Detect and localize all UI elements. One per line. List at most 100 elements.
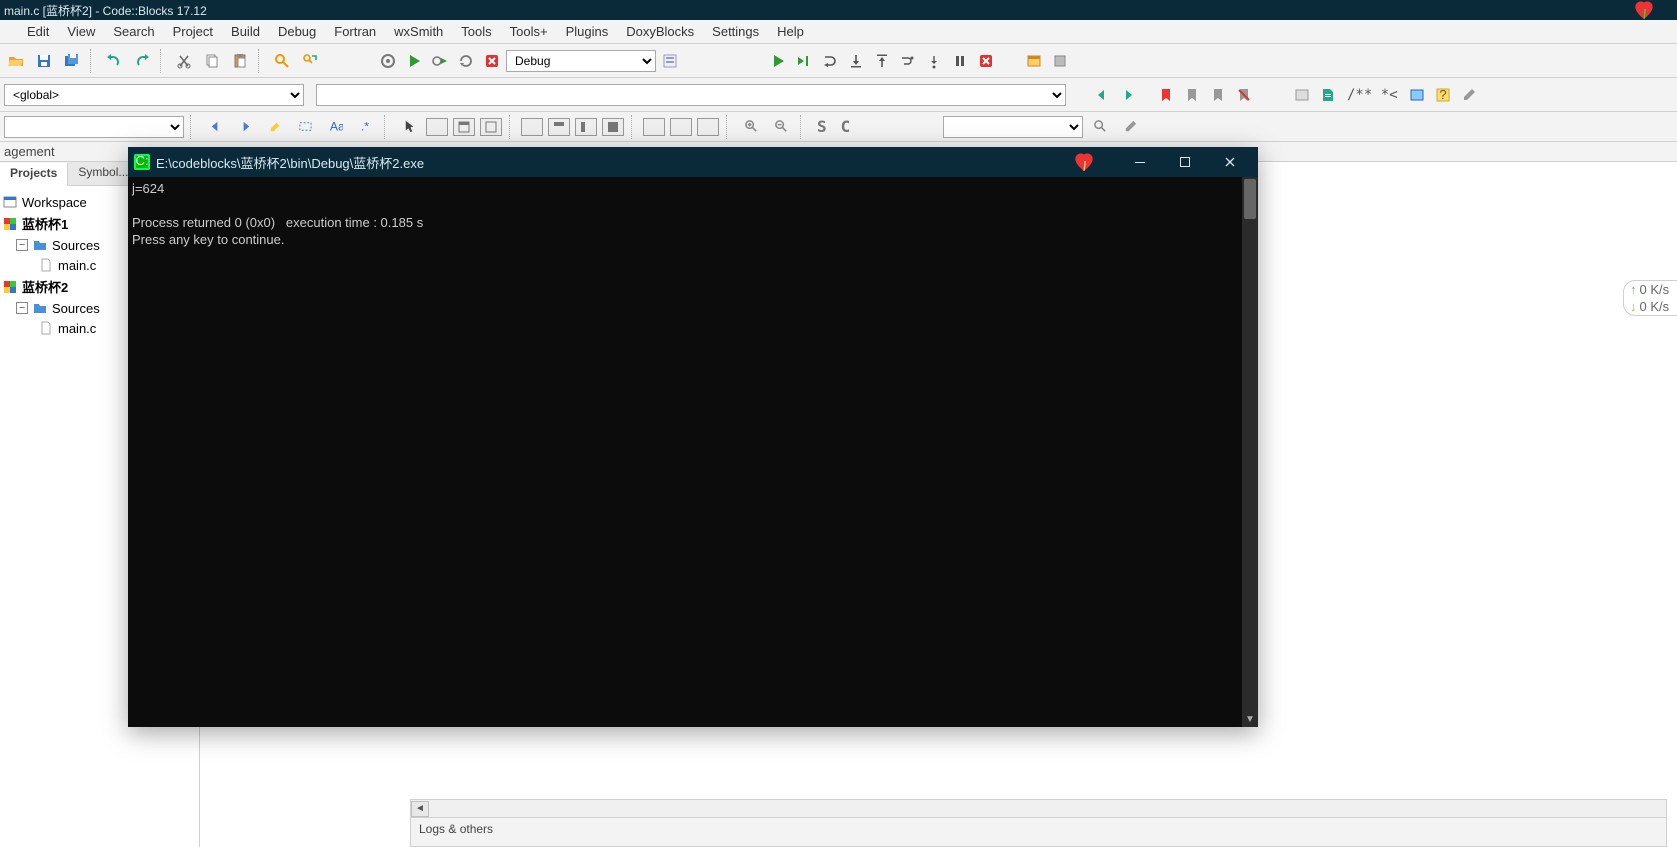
spacer1-icon[interactable] (643, 118, 665, 136)
build-target-combo[interactable]: Debug (506, 50, 656, 72)
build-icon[interactable] (376, 49, 400, 73)
save-all-icon[interactable] (60, 49, 84, 73)
minimize-button[interactable] (1117, 147, 1162, 177)
console-titlebar[interactable]: C: E:\codeblocks\蓝桥杯2\bin\Debug\蓝桥杯2.exe (128, 147, 1258, 177)
menu-toolsplus[interactable]: Tools+ (501, 22, 557, 41)
toolbar-separator (258, 49, 264, 73)
save-icon[interactable] (32, 49, 56, 73)
menu-wxsmith[interactable]: wxSmith (385, 22, 452, 41)
bookmark-toggle-icon[interactable] (1154, 83, 1178, 107)
header-button[interactable]: C (836, 116, 856, 138)
menu-edit[interactable]: Edit (18, 22, 58, 41)
svg-text:Aa: Aa (329, 119, 342, 133)
menu-build[interactable]: Build (222, 22, 269, 41)
menu-view[interactable]: View (58, 22, 104, 41)
spacer3-icon[interactable] (697, 118, 719, 136)
next-instruction-icon[interactable] (896, 49, 920, 73)
spacer2-icon[interactable] (670, 118, 692, 136)
find-replace-icon[interactable] (298, 49, 322, 73)
cut-icon[interactable] (172, 49, 196, 73)
zoom-out-icon[interactable] (768, 116, 794, 138)
match-case-icon[interactable]: Aa (322, 116, 348, 138)
build-run-icon[interactable] (428, 49, 452, 73)
paste-icon[interactable] (228, 49, 252, 73)
open-icon[interactable] (4, 49, 28, 73)
maximize-button[interactable] (1162, 147, 1207, 177)
doxy-run-icon[interactable] (1290, 83, 1314, 107)
tab-projects[interactable]: Projects (0, 163, 68, 186)
hsizer-icon[interactable] (521, 118, 543, 136)
target-settings-icon[interactable] (658, 49, 682, 73)
expander-icon[interactable]: − (16, 302, 28, 314)
close-button[interactable] (1207, 147, 1252, 177)
toolbar-separator (800, 115, 806, 139)
find-combo[interactable] (4, 116, 184, 138)
menu-doxyblocks[interactable]: DoxyBlocks (617, 22, 703, 41)
scroll-thumb[interactable] (1244, 179, 1256, 219)
logs-scrollbar[interactable]: ◄ (411, 800, 1666, 818)
regex-icon[interactable]: .* (352, 116, 378, 138)
scope-combo[interactable]: <global> (4, 84, 304, 106)
step-out-icon[interactable] (870, 49, 894, 73)
menu-fortran[interactable]: Fortran (325, 22, 385, 41)
redo-icon[interactable] (130, 49, 154, 73)
debug-windows-icon[interactable] (1022, 49, 1046, 73)
scroll-down-icon[interactable]: ▼ (1242, 711, 1258, 727)
expander-icon[interactable]: − (16, 239, 28, 251)
doxy-help-icon[interactable]: ? (1431, 83, 1455, 107)
console-scrollbar[interactable]: ▲ ▼ (1242, 177, 1258, 727)
panel-icon[interactable] (426, 118, 448, 136)
flexgrid-icon[interactable] (602, 118, 624, 136)
next-line-icon[interactable] (818, 49, 842, 73)
doxy-html-icon[interactable] (1405, 83, 1429, 107)
vsizer-icon[interactable] (548, 118, 570, 136)
nav-back-icon[interactable] (1090, 83, 1114, 107)
doxy-comment-button[interactable]: /** *< (1342, 84, 1403, 106)
jump-back-icon[interactable] (202, 116, 228, 138)
find-icon[interactable] (270, 49, 294, 73)
source-button[interactable]: S (812, 116, 832, 138)
function-combo[interactable] (316, 84, 1066, 106)
step-into-icon[interactable] (844, 49, 868, 73)
info-icon[interactable] (1048, 49, 1072, 73)
bookmark-next-icon[interactable] (1206, 83, 1230, 107)
extra-combo[interactable] (943, 116, 1083, 138)
search-settings-icon[interactable] (1087, 116, 1113, 138)
zoom-in-icon[interactable] (738, 116, 764, 138)
gridsizer-icon[interactable] (575, 118, 597, 136)
wrench-icon[interactable] (1117, 116, 1143, 138)
bookmark-prev-icon[interactable] (1180, 83, 1204, 107)
toolbar-row-1: Debug (0, 44, 1677, 78)
bookmark-clear-icon[interactable] (1232, 83, 1256, 107)
menu-search[interactable]: Search (104, 22, 163, 41)
menu-settings[interactable]: Settings (703, 22, 768, 41)
scroll-left-icon[interactable]: ◄ (411, 801, 429, 817)
menu-plugins[interactable]: Plugins (557, 22, 618, 41)
run-to-cursor-icon[interactable] (792, 49, 816, 73)
menu-debug[interactable]: Debug (269, 22, 325, 41)
debug-start-icon[interactable] (766, 49, 790, 73)
console-output[interactable]: j=624 Process returned 0 (0x0) execution… (128, 177, 1258, 727)
netspeed-up: 0 K/s (1640, 282, 1670, 297)
doxy-block-icon[interactable] (1316, 83, 1340, 107)
menu-help[interactable]: Help (768, 22, 813, 41)
nav-forward-icon[interactable] (1116, 83, 1140, 107)
menu-tools[interactable]: Tools (452, 22, 500, 41)
highlight-icon[interactable] (262, 116, 288, 138)
run-icon[interactable] (402, 49, 426, 73)
step-into-instruction-icon[interactable] (922, 49, 946, 73)
break-icon[interactable] (948, 49, 972, 73)
rebuild-icon[interactable] (454, 49, 478, 73)
menu-project[interactable]: Project (164, 22, 222, 41)
undo-icon[interactable] (102, 49, 126, 73)
selection-icon[interactable] (292, 116, 318, 138)
doxy-settings-icon[interactable] (1457, 83, 1481, 107)
debug-stop-icon[interactable] (974, 49, 998, 73)
project-icon (2, 279, 18, 295)
pointer-icon[interactable] (396, 116, 422, 138)
copy-icon[interactable] (200, 49, 224, 73)
jump-forward-icon[interactable] (232, 116, 258, 138)
abort-icon[interactable] (480, 49, 504, 73)
frame-icon[interactable] (480, 118, 502, 136)
dialog-icon[interactable] (453, 118, 475, 136)
